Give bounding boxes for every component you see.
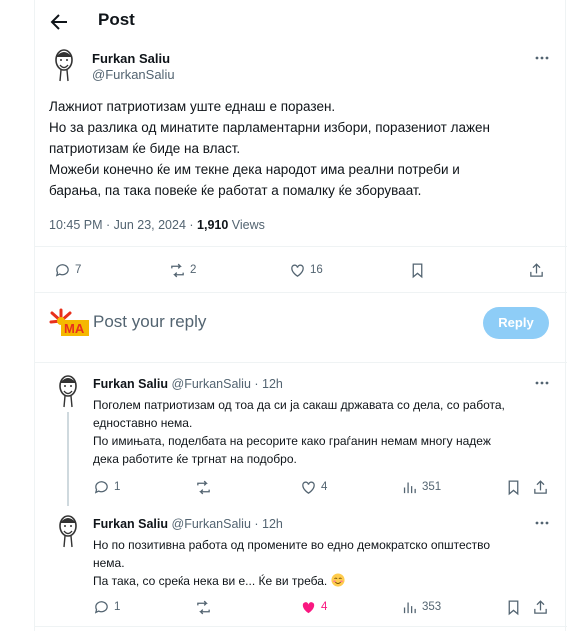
page-header: Post [35, 0, 567, 42]
svg-text:MA: MA [64, 321, 85, 336]
views-action[interactable]: 351 [401, 478, 441, 496]
share-action[interactable] [532, 478, 549, 496]
repost-action[interactable] [195, 598, 212, 616]
tweet-timestamp[interactable]: 10:45 PM · Jun 23, 2024 · [49, 218, 197, 232]
bookmark-action[interactable] [505, 478, 522, 496]
like-count: 16 [310, 264, 323, 276]
divider [35, 626, 567, 627]
reply-author-name: Furkan Saliu [93, 517, 169, 531]
divider [35, 292, 567, 293]
bookmark-action[interactable] [505, 598, 522, 616]
views-icon [403, 482, 416, 493]
share-action[interactable] [532, 598, 549, 616]
smiling-face-icon [331, 573, 345, 587]
reply-author-name: Furkan Saliu [93, 377, 169, 391]
reply-author-meta: @FurkanSaliu · 12h [171, 377, 283, 391]
tweet-line: патриотизам ќе биде на власт. [49, 141, 241, 156]
reply-count: 1 [114, 481, 121, 493]
author-handle[interactable]: @FurkanSaliu [92, 67, 175, 82]
more-options-icon[interactable] [533, 49, 551, 67]
reply-icon [94, 480, 108, 494]
reply-text: Но по позитивна работа од промените во е… [93, 536, 543, 590]
reply-count: 7 [75, 264, 82, 276]
views-count: 1,910 [197, 218, 229, 232]
tweet-line: барања, па така повеќе ќе работат а пома… [49, 183, 422, 198]
share-icon [534, 479, 547, 494]
tweet-line: Лажниот патриотизам уште еднаш е поразен… [49, 99, 336, 114]
user-logo-icon: MA [49, 308, 89, 336]
views-count: 353 [422, 601, 442, 613]
heart-icon [291, 264, 304, 277]
avatar[interactable] [55, 374, 81, 408]
page-title: Post [98, 10, 135, 29]
reply-text: Поголем патриотизам од тоа да си ја сака… [93, 396, 543, 468]
reply-line: Па така, со среќа нека ви е... Ќе ви тре… [93, 572, 543, 590]
like-action-active[interactable]: 4 [300, 598, 327, 616]
reply-button[interactable]: Reply [483, 307, 549, 339]
author-name[interactable]: Furkan Saliu [92, 51, 170, 66]
divider [35, 362, 567, 363]
reply-action[interactable]: 1 [93, 478, 120, 496]
reply-line: дека работите ќе тргнат на подобро. [93, 452, 297, 466]
reply-icon [55, 263, 69, 277]
more-options-icon[interactable] [533, 374, 551, 392]
reply-action[interactable]: 7 [54, 261, 81, 279]
avatar[interactable] [55, 514, 81, 548]
repost-icon [197, 600, 210, 614]
repost-icon [171, 263, 184, 277]
reply-action[interactable]: 1 [93, 598, 120, 616]
bookmark-action[interactable] [409, 261, 426, 279]
reply-author-meta: @FurkanSaliu · 12h [171, 517, 283, 531]
views-icon [403, 602, 416, 613]
views-label: Views [228, 218, 265, 232]
divider [35, 246, 567, 247]
bookmark-icon [412, 262, 423, 278]
tweet-meta: 10:45 PM · Jun 23, 2024 · 1,910 Views [49, 218, 265, 232]
share-icon [530, 262, 543, 277]
repost-action[interactable] [195, 478, 212, 496]
reply-author[interactable]: Furkan Saliu @FurkanSaliu · 12h [93, 517, 283, 531]
reply-line: По имињата, поделбата на ресорите како г… [93, 434, 491, 448]
repost-count: 2 [190, 264, 197, 276]
reply-author[interactable]: Furkan Saliu @FurkanSaliu · 12h [93, 377, 283, 391]
heart-icon [302, 481, 315, 494]
bookmark-icon [508, 599, 519, 615]
repost-action[interactable]: 2 [169, 261, 196, 279]
views-action[interactable]: 353 [401, 598, 441, 616]
reply-line: нема. [93, 556, 125, 570]
like-action[interactable]: 4 [300, 478, 327, 496]
main-column: Post Furkan Saliu @FurkanSaliu Лажниот п… [34, 0, 567, 631]
like-count: 4 [321, 601, 328, 613]
share-icon [534, 599, 547, 614]
reply-line: Но по позитивна работа од промените во е… [93, 538, 491, 552]
heart-filled-icon [302, 601, 315, 613]
tweet-line: Можеби конечно ќе им текне дека народот … [49, 162, 460, 177]
bookmark-icon [508, 479, 519, 495]
thread-line [67, 412, 69, 506]
more-options-icon[interactable] [533, 514, 551, 532]
tweet-text: Лажниот патриотизам уште еднаш е поразен… [49, 96, 554, 201]
like-count: 4 [321, 481, 328, 493]
reply-icon [94, 600, 108, 614]
back-arrow-icon[interactable] [47, 10, 71, 34]
tweet-line: Но за разлика од минатите парламентарни … [49, 120, 490, 135]
reply-line-text: Па така, со среќа нека ви е... Ќе ви тре… [93, 574, 331, 588]
like-action[interactable]: 16 [289, 261, 323, 279]
share-action[interactable] [528, 261, 545, 279]
reply-count: 1 [114, 601, 121, 613]
repost-icon [197, 480, 210, 494]
reply-line: едноставно нема. [93, 416, 193, 430]
views-count: 351 [422, 481, 442, 493]
avatar[interactable] [51, 48, 77, 82]
reply-line: Поголем патриотизам од тоа да си ја сака… [93, 398, 505, 412]
reply-input[interactable]: Post your reply [93, 312, 206, 332]
